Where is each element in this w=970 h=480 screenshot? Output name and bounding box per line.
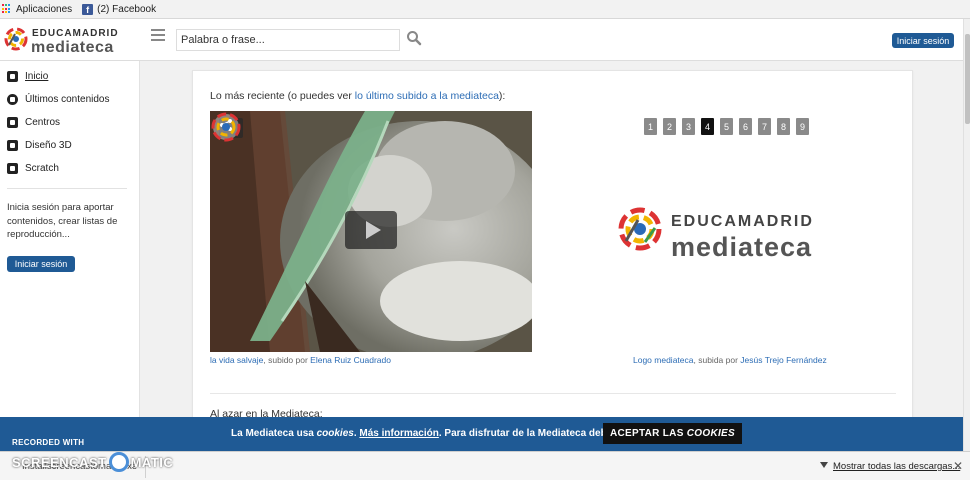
site-header: EDUCAMADRID mediateca Iniciar sesión [0, 19, 963, 61]
search-icon[interactable] [406, 30, 422, 46]
pager-page[interactable]: 1 [644, 118, 657, 135]
close-icon[interactable]: ✕ [953, 459, 963, 473]
bookmark-apps-label: Aplicaciones [16, 3, 73, 15]
educamadrid-logo-icon [618, 207, 662, 251]
pager-page-current[interactable]: 4 [701, 118, 714, 135]
sidebar-divider [7, 188, 127, 189]
clock-icon [7, 94, 18, 105]
download-arrow-icon [820, 462, 828, 471]
recorded-with-watermark: RECORDED WITH [12, 438, 85, 447]
sidebar-item-label: Inicio [25, 71, 49, 82]
sidebar-item-label: Centros [25, 117, 61, 128]
play-button[interactable] [345, 211, 397, 249]
big-logo-top-text: EDUCAMADRID [671, 213, 814, 230]
sidebar-item-label: Scratch [25, 163, 59, 174]
cookie-text-em: cookies [316, 428, 354, 439]
logo-author-link[interactable]: Jesús Trejo Fernández [740, 355, 826, 365]
home-icon [7, 71, 18, 82]
big-logo-bottom-text: mediateca [671, 232, 813, 262]
apps-grid-icon [2, 4, 12, 14]
cookie-text-1: La Mediateca usa [231, 428, 317, 439]
pager-page[interactable]: 3 [682, 118, 695, 135]
pager-page[interactable]: 8 [777, 118, 790, 135]
sidebar-item-scratch[interactable]: Scratch [7, 163, 59, 174]
logo-bottom-text: mediateca [31, 39, 114, 56]
recent-suffix: ): [498, 90, 506, 102]
card-divider [210, 393, 896, 394]
pager-page[interactable]: 6 [739, 118, 752, 135]
video-caption-middle: , subido por [263, 355, 311, 365]
recent-prefix: Lo más reciente (o puedes ver [210, 90, 355, 102]
login-button-header[interactable]: Iniciar sesión [892, 33, 954, 48]
site-logo[interactable]: EDUCAMADRID mediateca [4, 25, 132, 57]
login-button-sidebar[interactable]: Iniciar sesión [7, 256, 75, 272]
video-title-link[interactable]: la vida salvaje [210, 355, 263, 365]
sidebar-login-info: Inicia sesión para aportar contenidos, c… [7, 202, 118, 240]
recent-heading: Lo más reciente (o puedes ver lo último … [210, 90, 505, 102]
logo-caption: Logo mediateca, subida por Jesús Trejo F… [633, 355, 827, 365]
cookie-banner: La Mediateca usa cookies. Más informació… [0, 417, 963, 451]
screencast-logo-icon [108, 452, 129, 472]
latest-uploads-link[interactable]: lo último subido a la mediateca [355, 90, 499, 102]
content-card: Lo más reciente (o puedes ver lo último … [192, 70, 913, 450]
show-all-downloads-link[interactable]: Mostrar todas las descargas... [820, 461, 960, 472]
page-scrollbar[interactable] [963, 19, 970, 451]
search-input[interactable] [176, 29, 400, 51]
sidebar-item-inicio[interactable]: Inicio [7, 71, 48, 82]
scrollbar-thumb[interactable] [965, 34, 970, 124]
bookmarks-bar: Aplicaciones f (2) Facebook [0, 0, 970, 19]
facebook-icon: f [82, 3, 94, 15]
logo-caption-middle: , subida por [693, 355, 741, 365]
accept-cookies-label: ACEPTAR LAS [610, 428, 684, 439]
logo-top-text: EDUCAMADRID [32, 28, 119, 39]
bookmark-facebook-label: (2) Facebook [97, 3, 157, 15]
sidebar-item-label: Diseño 3D [25, 140, 72, 151]
cookie-more-info-link[interactable]: Más información [359, 428, 438, 439]
screencast-brand-right: MATIC [130, 454, 174, 470]
scratch-icon [7, 163, 18, 174]
pager-page[interactable]: 7 [758, 118, 771, 135]
video-player[interactable] [210, 111, 532, 352]
pager-page[interactable]: 2 [663, 118, 676, 135]
bookmark-apps[interactable]: Aplicaciones [2, 4, 72, 15]
sidebar-item-centros[interactable]: Centros [7, 117, 60, 128]
hamburger-menu-icon[interactable] [151, 29, 165, 43]
video-caption: la vida salvaje, subido por Elena Ruiz C… [210, 355, 391, 365]
screencast-brand-left: SCREENCAST [12, 454, 107, 470]
accept-cookies-button[interactable]: ACEPTAR LAS COOKIES [603, 423, 742, 444]
video-author-link[interactable]: Elena Ruiz Cuadrado [310, 355, 391, 365]
sidebar-item-ultimos[interactable]: Últimos contenidos [7, 94, 109, 105]
pager-page[interactable]: 5 [720, 118, 733, 135]
sidebar-item-label: Últimos contenidos [25, 94, 110, 105]
mediateca-logo-image[interactable]: EDUCAMADRID mediateca [617, 204, 852, 266]
educamadrid-watermark-icon [211, 112, 241, 142]
accept-cookies-label-em: COOKIES [686, 428, 735, 439]
educamadrid-logo-icon [4, 27, 28, 51]
building-icon [7, 117, 18, 128]
sidebar-item-diseno-3d[interactable]: Diseño 3D [7, 140, 72, 151]
pager-page[interactable]: 9 [796, 118, 809, 135]
cube-icon [7, 140, 18, 151]
logo-title-link[interactable]: Logo mediateca [633, 355, 694, 365]
screencast-watermark: SCREENCAST MATIC [12, 452, 173, 472]
cookie-text-3: . Para disfrutar de la Mediateca debes..… [438, 428, 627, 439]
sidebar: Inicio Últimos contenidos Centros Diseño… [0, 61, 140, 451]
carousel-pager: 1 2 3 4 5 6 7 8 9 [644, 118, 809, 135]
bookmark-facebook[interactable]: f (2) Facebook [82, 3, 157, 15]
cookie-message: La Mediateca usa cookies. Más informació… [231, 428, 626, 439]
show-all-downloads-label: Mostrar todas las descargas... [833, 461, 961, 472]
